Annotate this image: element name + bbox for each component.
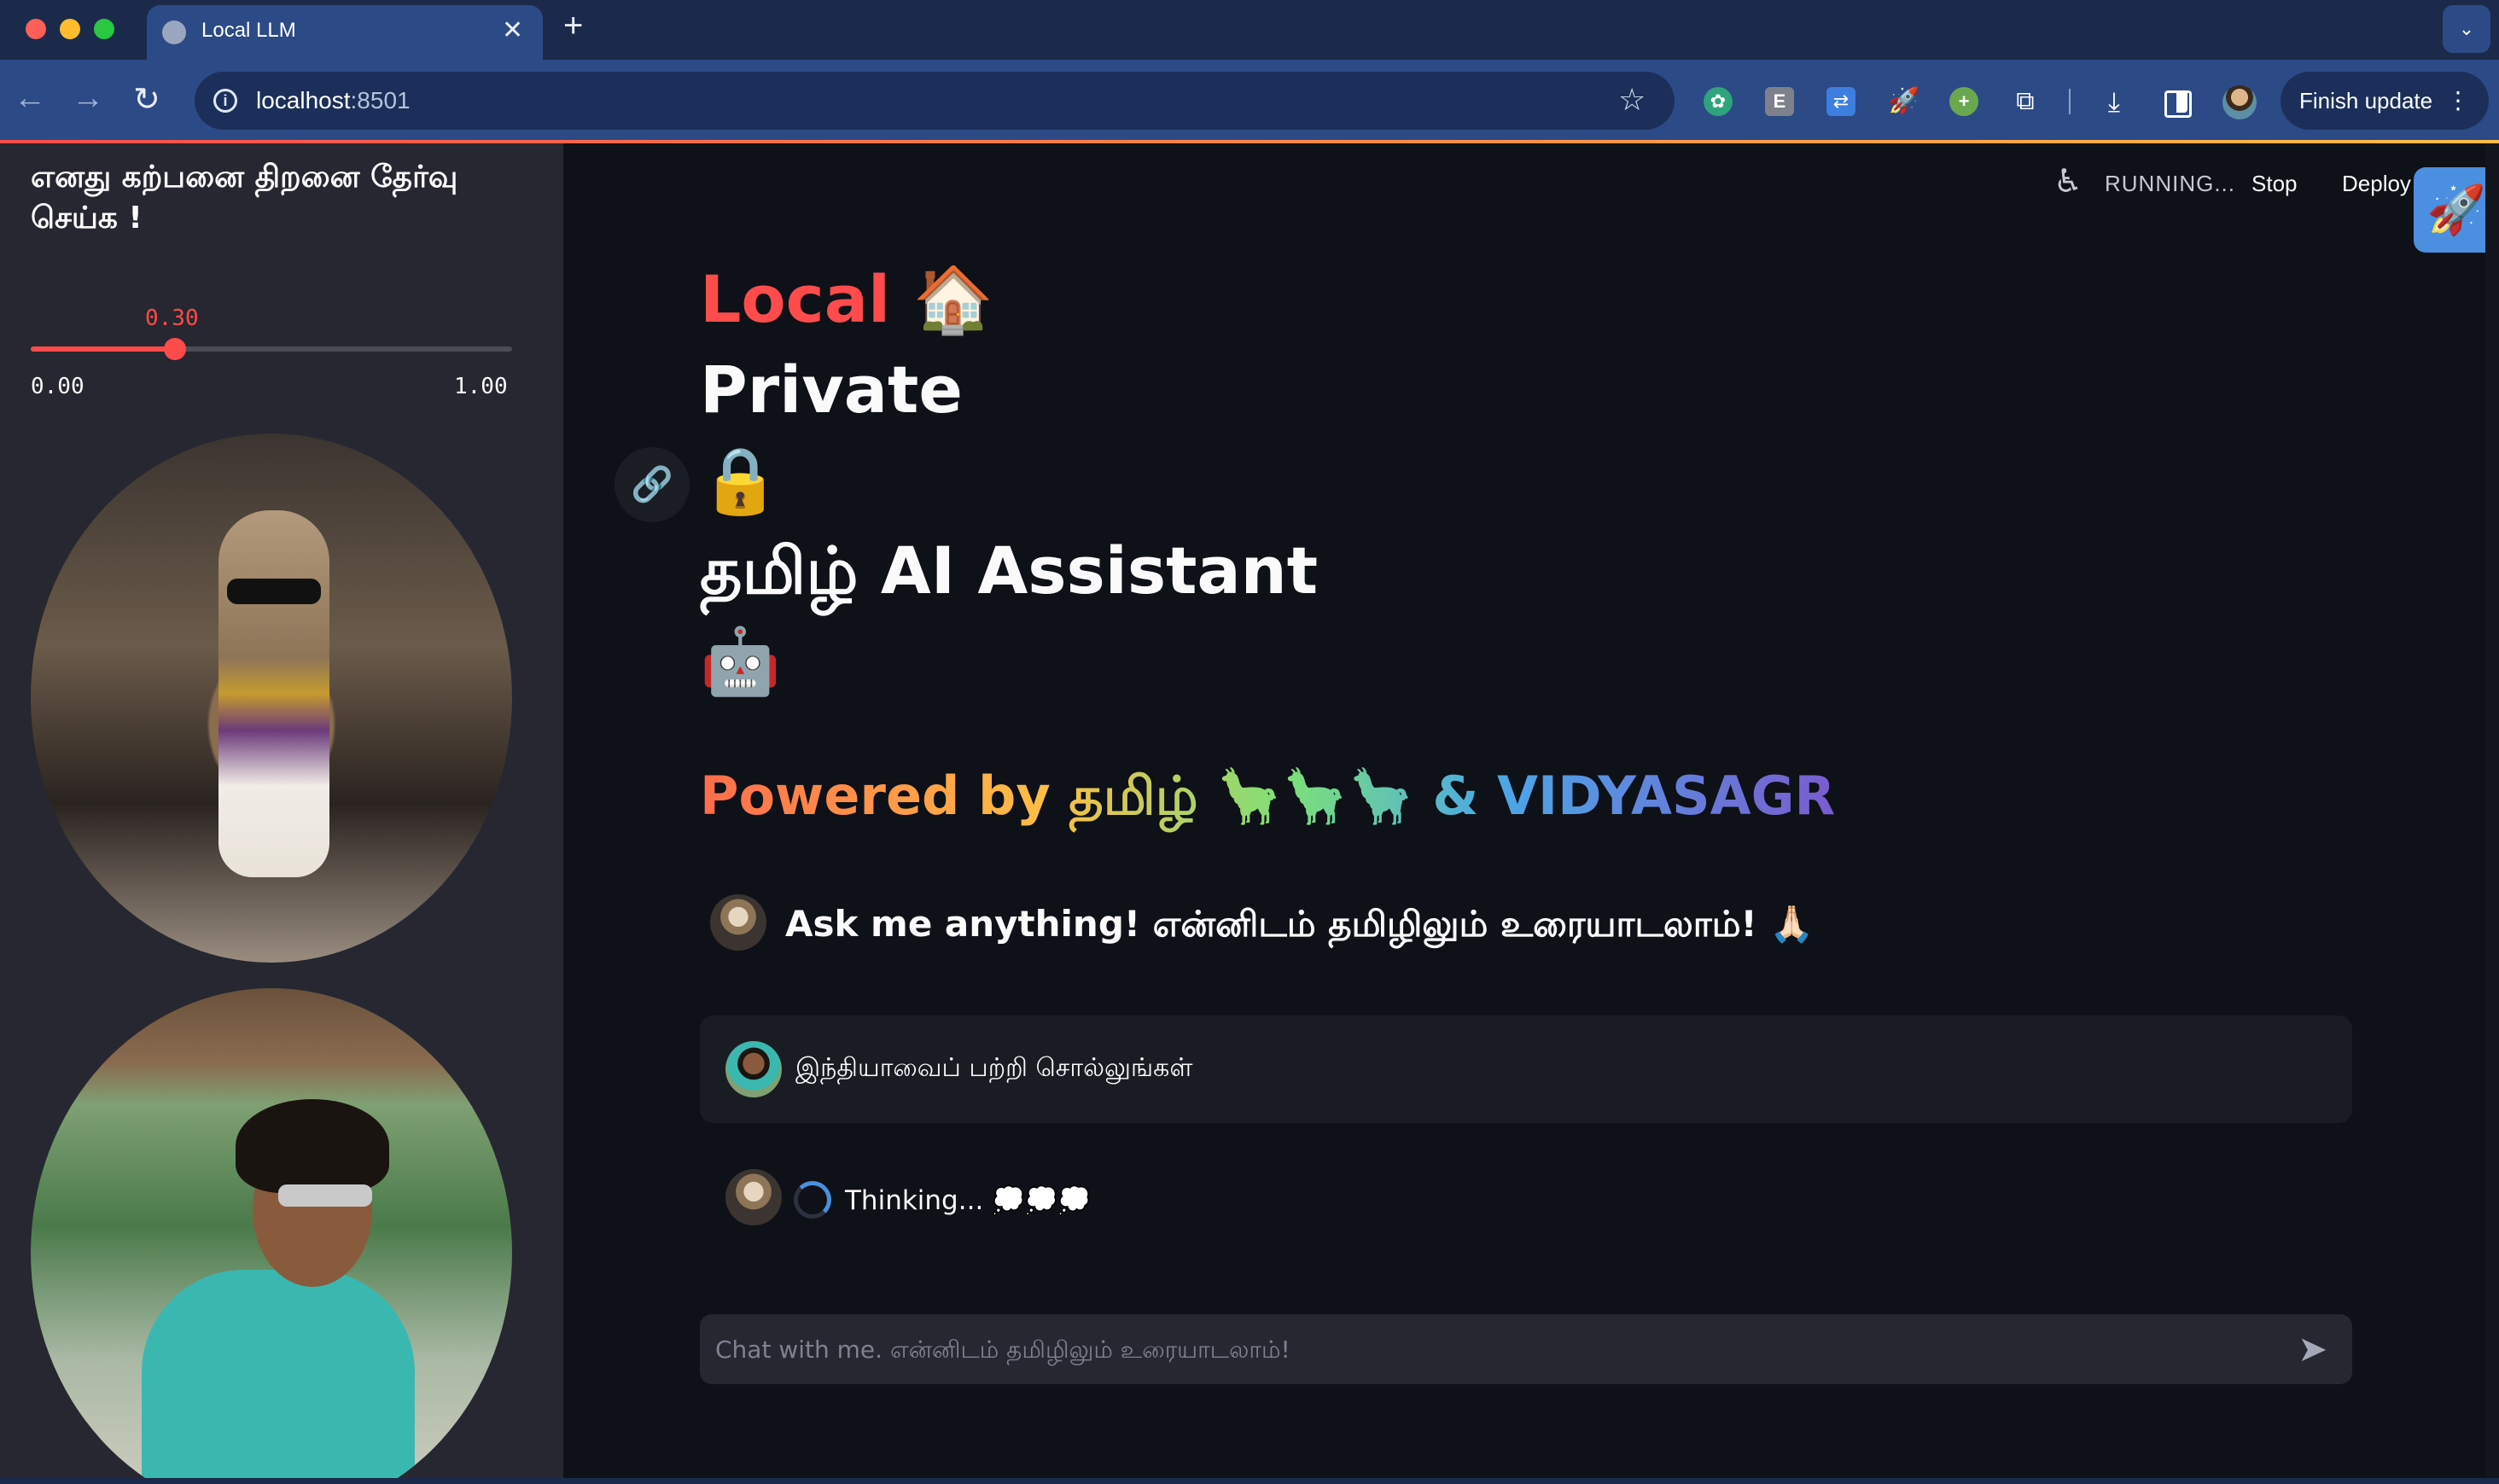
lock-icon: 🔒: [700, 442, 781, 518]
title-private: Private: [700, 352, 963, 428]
browser-toolbar: ← → ↻ i localhost:8501 ☆ ✿ E ⇄ 🚀 + ⧉ ⤓ F…: [0, 60, 2499, 142]
main-scrollbar[interactable]: [2485, 143, 2499, 1484]
title-line-local: Local 🏠: [700, 254, 1318, 345]
profile-avatar[interactable]: [2222, 85, 2257, 119]
e-extension-icon[interactable]: E: [1765, 87, 1794, 116]
person-hair: [236, 1099, 389, 1193]
bookmark-star-icon[interactable]: ☆: [1618, 82, 1646, 118]
address-bar[interactable]: i localhost:8501 ☆: [195, 72, 1675, 130]
reload-icon[interactable]: ↻: [133, 80, 160, 119]
send-icon[interactable]: ➤: [2298, 1328, 2327, 1370]
link-anchor-icon[interactable]: 🔗: [615, 447, 690, 522]
stop-button[interactable]: Stop: [2251, 171, 2298, 197]
running-status-label: RUNNING...: [2105, 171, 2235, 196]
more-menu-icon[interactable]: ⋮: [2446, 72, 2470, 130]
site-info-icon[interactable]: i: [213, 89, 237, 113]
minimize-window-button[interactable]: [60, 19, 80, 39]
slider-value-label: 0.30: [145, 306, 199, 331]
sidebar: எனது கற்பனை திறனை தேர்வு செய்க ! 0.30 0.…: [0, 143, 563, 1484]
slider-fill: [31, 346, 176, 352]
tab-close-button[interactable]: ✕: [502, 15, 523, 45]
page-title: Local 🏠 Private 🔒 தமிழ் AI Assistant 🤖: [700, 254, 1318, 707]
chat-message-assistant: Ask me anything! என்னிடம் தமிழிலும் உரைய…: [700, 886, 2352, 980]
sidepanel-icon[interactable]: [2163, 87, 2192, 118]
download-icon[interactable]: ⤓: [2100, 87, 2129, 116]
chat-message-assistant: Thinking... 💭💭💭: [700, 1147, 2352, 1249]
llama-avatar: [725, 1169, 782, 1225]
tab-title: Local LLM: [201, 19, 296, 42]
tab-search-chevron-icon[interactable]: ⌄: [2443, 5, 2490, 53]
person-shirt: [142, 1270, 415, 1484]
user-avatar: [725, 1041, 782, 1097]
author-photo: [31, 988, 512, 1484]
puzzle-icon[interactable]: ⧉: [2011, 87, 2040, 116]
slider-thumb[interactable]: [164, 338, 187, 360]
close-window-button[interactable]: [26, 19, 46, 39]
chat-message-text: இந்தியாவைப் பற்றி சொல்லுங்கள்: [795, 1053, 1193, 1083]
plus-extension-icon[interactable]: +: [1949, 87, 1978, 116]
deploy-button[interactable]: Deploy: [2342, 171, 2411, 197]
llama-sunglasses: [227, 579, 321, 604]
maximize-window-button[interactable]: [94, 19, 114, 39]
rocket-icon[interactable]: 🚀: [1888, 87, 1919, 116]
openai-icon[interactable]: ✿: [1704, 87, 1733, 116]
sidebar-heading: எனது கற்பனை திறனை தேர்வு செய்க !: [31, 160, 458, 236]
browser-tab-bar: Local LLM ✕ + ⌄: [0, 0, 2499, 60]
new-tab-button[interactable]: +: [563, 7, 583, 45]
llama-image: [31, 434, 512, 963]
url-text[interactable]: localhost:8501: [256, 87, 411, 114]
chat-message-user: இந்தியாவைப் பற்றி சொல்லுங்கள்: [700, 1016, 2352, 1123]
title-assistant: தமிழ் AI Assistant: [700, 532, 1319, 608]
window-bottom-edge: [0, 1478, 2499, 1484]
chat-input[interactable]: [715, 1314, 2269, 1384]
thinking-text: Thinking... 💭💭💭: [845, 1185, 1091, 1216]
main-content: ♿ RUNNING... Stop Deploy 🚀 🔗 Local 🏠 Pri…: [563, 143, 2499, 1484]
chat-input-container[interactable]: ➤: [700, 1314, 2352, 1384]
running-status-icon: ♿: [2053, 164, 2083, 200]
temperature-slider[interactable]: [31, 338, 512, 360]
title-local: Local: [700, 261, 891, 337]
chat-message-text: Ask me anything! என்னிடம் தமிழிலும் உரைய…: [785, 903, 1815, 945]
finish-update-button[interactable]: Finish update ⋮: [2281, 72, 2489, 130]
browser-tab-local-llm[interactable]: Local LLM ✕: [147, 5, 543, 60]
powered-by-heading: Powered by தமிழ் 🦙🦙🦙 & VIDYASAGR: [700, 765, 1835, 835]
toolbar-divider: [2069, 89, 2071, 114]
finish-update-label: Finish update: [2299, 88, 2433, 113]
llama-avatar: [710, 894, 766, 951]
llama-figure: [218, 510, 329, 877]
slider-max-label: 1.00: [454, 374, 508, 399]
person-sunglasses: [278, 1184, 372, 1207]
globe-icon: [162, 20, 186, 44]
house-icon: 🏠: [912, 261, 994, 337]
loading-spinner-icon: [794, 1181, 831, 1219]
robot-icon: 🤖: [700, 623, 781, 699]
translate-icon[interactable]: ⇄: [1826, 87, 1855, 116]
slider-min-label: 0.00: [31, 374, 84, 399]
forward-arrow-icon[interactable]: →: [72, 80, 104, 117]
back-arrow-icon[interactable]: ←: [14, 80, 46, 117]
